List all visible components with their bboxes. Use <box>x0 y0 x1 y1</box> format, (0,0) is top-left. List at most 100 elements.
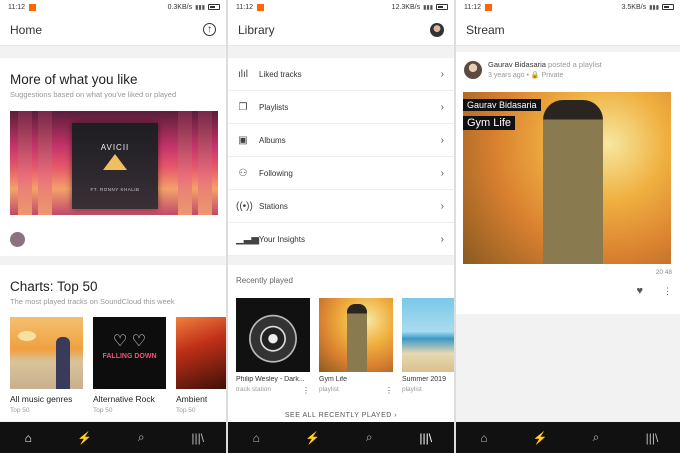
stream-icon[interactable]: ⚡ <box>525 431 555 445</box>
artwork-caption: FT. RONNY KHALIB <box>90 187 140 192</box>
tile-name: Ambient <box>176 394 208 404</box>
search-icon[interactable]: ⌕ <box>354 430 384 445</box>
artwork-username: Gaurav Bidasaria <box>463 99 541 111</box>
like-heart-icon[interactable]: ♥ <box>636 285 643 297</box>
more-of-what-you-like-section: More of what you like Suggestions based … <box>0 58 226 256</box>
track-duration: 20:48 <box>655 269 672 276</box>
status-time: 11:12 <box>464 3 481 11</box>
home-icon[interactable]: ⌂ <box>13 431 43 445</box>
user-avatar[interactable] <box>464 60 482 79</box>
library-item-label: Albums <box>259 135 286 145</box>
profile-avatar[interactable] <box>430 22 444 37</box>
battery-icon <box>662 4 674 10</box>
post-actions: ♥ ⋮ <box>636 285 672 297</box>
post-info: Gaurav Bidasaria posted a playlist 3 yea… <box>488 60 602 79</box>
tile-name: Philip Wesley - Dark... <box>236 376 305 383</box>
hearts-graphic: ♡ ♡ <box>112 333 147 350</box>
page-title: Home <box>10 22 43 37</box>
home-icon[interactable]: ⌂ <box>241 431 271 445</box>
upload-icon[interactable]: ↑ <box>203 23 216 36</box>
home-icon[interactable]: ⌂ <box>469 431 499 445</box>
library-item-label: Your Insights <box>259 234 305 244</box>
more-options-icon[interactable]: ⋮ <box>385 386 393 395</box>
carousel-strip <box>18 111 32 215</box>
notification-icon <box>257 3 264 11</box>
status-time: 11:12 <box>8 3 25 11</box>
tile-meta: Top 50 <box>10 407 30 414</box>
home-screen: 11:12 0.3KB/s ▮▮▮ Home ↑ More of what you… <box>0 0 226 453</box>
tile-artwork: ♡ ♡ FALLING DOWN <box>93 317 166 389</box>
search-icon[interactable]: ⌕ <box>581 430 611 445</box>
tile-name: Alternative Rock <box>93 394 155 404</box>
recent-tile-philip-wesley[interactable]: Philip Wesley - Dark... track station ⋮ <box>236 298 310 395</box>
library-icon[interactable]: |||\ <box>637 431 667 445</box>
signal-icon: ▮▮▮ <box>195 4 205 11</box>
stream-screen: 11:12 3.5KB/s ▮▮▮ Stream Gaurav Bidasaria… <box>456 0 680 453</box>
library-icon[interactable]: |||\ <box>411 431 441 445</box>
more-options-icon[interactable]: ⋮ <box>663 286 672 297</box>
charts-section: Charts: Top 50 The most played tracks on… <box>0 265 226 421</box>
chart-tile-ambient[interactable]: Ambient Top 50 <box>176 317 226 414</box>
tile-meta: Top 50 <box>93 407 113 414</box>
carousel-strip <box>38 111 52 215</box>
section-title: Recently played <box>236 276 293 285</box>
chart-tiles: All music genres Top 50 ♡ ♡ FALLING DOWN… <box>10 317 226 414</box>
tile-artwork <box>319 298 393 372</box>
network-speed: 0.3KB/s <box>167 3 193 11</box>
recent-tile-summer-2019[interactable]: Summer 2019 playlist <box>402 298 454 393</box>
tile-artwork <box>10 317 83 389</box>
library-header: Library <box>228 14 454 46</box>
chart-tile-all-genres[interactable]: All music genres Top 50 <box>10 317 83 414</box>
tile-artwork <box>236 298 310 372</box>
carousel-strip <box>198 111 212 215</box>
stream-icon[interactable]: ⚡ <box>70 431 100 445</box>
artist-avatar[interactable] <box>10 232 25 247</box>
library-item-liked-tracks[interactable]: ılıl Liked tracks › <box>228 58 454 91</box>
tile-art-text: FALLING DOWN <box>102 353 157 360</box>
following-icon: ⚇ <box>238 167 248 179</box>
more-options-icon[interactable]: ⋮ <box>302 386 310 395</box>
page-title: Library <box>238 22 275 37</box>
chart-tile-alternative-rock[interactable]: ♡ ♡ FALLING DOWN Alternative Rock Top 50 <box>93 317 166 414</box>
playlists-icon: ❐ <box>238 101 248 113</box>
playlist-artwork[interactable]: Gaurav Bidasaria Gym Life <box>463 92 671 264</box>
library-item-albums[interactable]: ▣ Albums › <box>228 124 454 157</box>
chevron-right-icon: › <box>440 233 444 245</box>
suggestion-carousel[interactable]: AVICII FT. RONNY KHALIB <box>10 111 218 215</box>
bottom-nav: ⌂ ⚡ ⌕ |||\ <box>0 422 226 453</box>
recent-tile-gym-life[interactable]: Gym Life playlist ⋮ <box>319 298 393 395</box>
status-time: 11:12 <box>236 3 253 11</box>
tile-meta-text: track station <box>236 386 272 393</box>
bottom-nav: ⌂ ⚡ ⌕ |||\ <box>456 422 680 453</box>
chevron-right-icon: › <box>440 134 444 146</box>
search-icon[interactable]: ⌕ <box>126 430 156 445</box>
library-item-label: Liked tracks <box>259 69 302 79</box>
chevron-right-icon: › <box>440 200 444 212</box>
home-header: Home ↑ <box>0 14 226 46</box>
recent-tiles: Philip Wesley - Dark... track station ⋮ G… <box>236 298 454 395</box>
library-item-following[interactable]: ⚇ Following › <box>228 157 454 190</box>
album-artwork[interactable]: AVICII FT. RONNY KHALIB <box>72 123 158 209</box>
tile-meta: playlist <box>402 386 422 393</box>
library-item-label: Following <box>259 168 293 178</box>
tile-artwork <box>176 317 226 389</box>
see-all-recently-played-link[interactable]: SEE ALL RECENTLY PLAYED › <box>228 412 454 419</box>
signal-icon: ▮▮▮ <box>649 4 659 11</box>
post-username[interactable]: Gaurav Bidasaria <box>488 60 546 69</box>
tile-meta: track station ⋮ <box>236 386 310 395</box>
library-icon[interactable]: |||\ <box>183 431 213 445</box>
tile-meta-text: playlist <box>319 386 339 393</box>
insights-icon: ▁▃▅ <box>236 233 260 245</box>
library-item-label: Stations <box>259 201 288 211</box>
status-bar: 11:12 3.5KB/s ▮▮▮ <box>456 0 680 14</box>
stream-icon[interactable]: ⚡ <box>298 431 328 445</box>
library-item-stations[interactable]: ((•)) Stations › <box>228 190 454 223</box>
library-item-label: Playlists <box>259 102 289 112</box>
library-item-insights[interactable]: ▁▃▅ Your Insights › <box>228 223 454 256</box>
album-icon: ▣ <box>238 134 248 146</box>
notification-icon <box>485 3 492 11</box>
library-list: ılıl Liked tracks › ❐ Playlists › ▣ Albu… <box>228 58 454 256</box>
post-header: Gaurav Bidasaria posted a playlist 3 yea… <box>456 52 680 79</box>
bottom-nav: ⌂ ⚡ ⌕ |||\ <box>228 422 454 453</box>
library-item-playlists[interactable]: ❐ Playlists › <box>228 91 454 124</box>
